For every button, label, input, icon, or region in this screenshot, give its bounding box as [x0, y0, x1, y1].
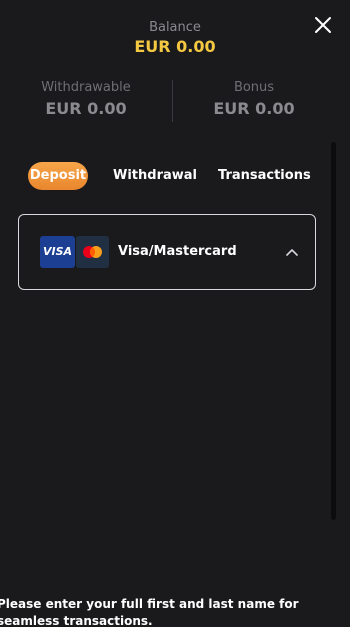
- name-notice: Please enter your full first and last na…: [0, 597, 299, 627]
- tab-transactions[interactable]: Transactions: [218, 162, 311, 190]
- wallet-tabs: Deposit Withdrawal Transactions: [0, 162, 330, 190]
- tab-withdrawal[interactable]: Withdrawal: [113, 162, 197, 190]
- withdrawable-label: Withdrawable: [41, 80, 131, 95]
- sub-balances: Withdrawable EUR 0.00 Bonus EUR 0.00: [0, 80, 350, 124]
- payment-method-label: Visa/Mastercard: [118, 244, 237, 259]
- payment-method-visa-mastercard[interactable]: VISA Visa/Mastercard: [18, 214, 316, 290]
- bonus-balance: Bonus EUR 0.00: [172, 80, 336, 119]
- withdrawable-value: EUR 0.00: [45, 99, 127, 118]
- scrollbar[interactable]: [331, 142, 336, 520]
- bonus-value: EUR 0.00: [213, 99, 295, 118]
- bonus-label: Bonus: [233, 80, 275, 95]
- balance-summary: Balance EUR 0.00: [0, 20, 350, 57]
- balance-label: Balance: [149, 20, 201, 35]
- wallet-panel: Balance EUR 0.00 Withdrawable EUR 0.00 B…: [0, 0, 350, 627]
- withdrawable-balance: Withdrawable EUR 0.00: [0, 80, 172, 119]
- chevron-up-icon[interactable]: [285, 245, 299, 259]
- mastercard-icon: [76, 236, 109, 268]
- balance-value: EUR 0.00: [134, 37, 216, 56]
- visa-logo: VISA: [40, 236, 75, 268]
- tab-deposit[interactable]: Deposit: [28, 162, 88, 190]
